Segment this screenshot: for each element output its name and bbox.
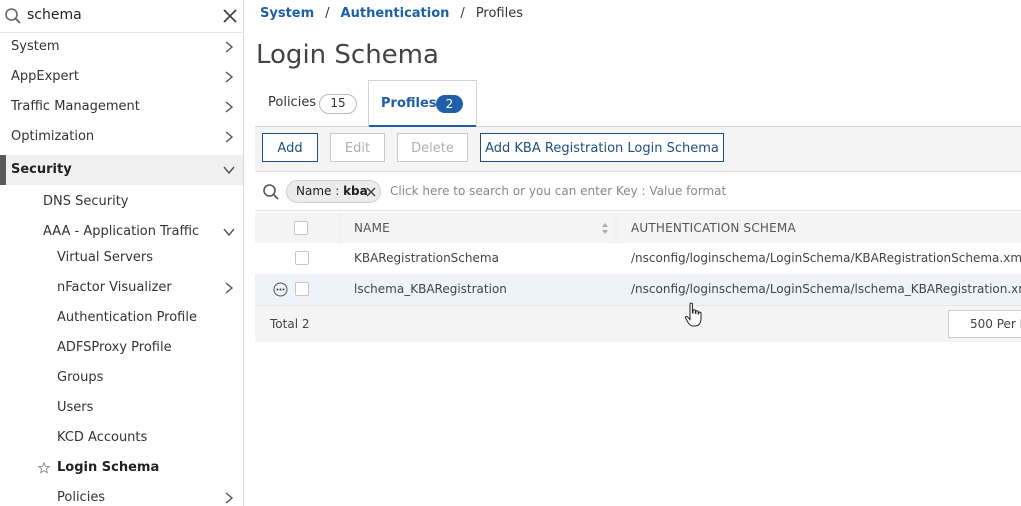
chevron-right-icon bbox=[225, 282, 234, 294]
sidebar-item-label: AAA - Application Traffic bbox=[43, 224, 200, 239]
sidebar-item-appexpert[interactable]: AppExpert bbox=[0, 62, 243, 92]
sidebar-item-authentication-profile[interactable]: Authentication Profile bbox=[0, 303, 243, 333]
sidebar-item-label: Authentication Profile bbox=[57, 310, 197, 325]
chevron-right-icon bbox=[225, 101, 234, 113]
breadcrumb-system[interactable]: System bbox=[260, 6, 314, 21]
table-footer: Total 2 500 Per Page bbox=[255, 306, 1021, 342]
sidebar-item-users[interactable]: Users bbox=[0, 393, 243, 423]
sidebar: schema System AppExpert Traffic Manageme… bbox=[0, 0, 244, 506]
sidebar-item-groups[interactable]: Groups bbox=[0, 363, 243, 393]
sidebar-search-input[interactable]: schema bbox=[27, 7, 82, 23]
header-checkbox-cell bbox=[255, 213, 339, 243]
sidebar-item-label: Groups bbox=[57, 370, 104, 385]
column-header-label: NAME bbox=[354, 221, 390, 235]
sidebar-item-label: Traffic Management bbox=[11, 99, 140, 114]
filter-chip-key: Name : bbox=[296, 184, 344, 198]
sidebar-item-optimization[interactable]: Optimization bbox=[0, 122, 243, 152]
filter-chip-text: Name : kba bbox=[296, 184, 368, 198]
add-kba-registration-button[interactable]: Add KBA Registration Login Schema bbox=[480, 133, 724, 162]
sidebar-item-label: Optimization bbox=[11, 129, 95, 144]
filter-search-input[interactable]: Click here to search or you can enter Ke… bbox=[390, 184, 726, 198]
star-icon[interactable] bbox=[38, 462, 50, 474]
filter-chip[interactable]: Name : kba bbox=[286, 180, 381, 203]
column-authentication-schema-header[interactable]: AUTHENTICATION SCHEMA bbox=[617, 213, 1021, 243]
tab-label: Profiles bbox=[381, 96, 437, 111]
count-badge: 2 bbox=[436, 95, 463, 113]
more-options-icon[interactable] bbox=[273, 282, 288, 297]
breadcrumb-profiles: Profiles bbox=[475, 6, 524, 21]
sidebar-item-label: DNS Security bbox=[43, 194, 129, 209]
row-name: KBARegistrationSchema bbox=[354, 251, 499, 265]
tab-policies[interactable]: Policies 15 bbox=[255, 80, 368, 126]
delete-button[interactable]: Delete bbox=[397, 133, 468, 162]
search-icon bbox=[5, 8, 21, 24]
total-label: Total bbox=[270, 317, 299, 331]
table-row[interactable]: lschema_KBARegistration /nsconfig/logins… bbox=[255, 274, 1021, 306]
sidebar-item-kcd-accounts[interactable]: KCD Accounts bbox=[0, 423, 243, 453]
remove-filter-icon[interactable] bbox=[366, 187, 376, 197]
row-checkbox[interactable] bbox=[295, 251, 309, 265]
chevron-down-icon bbox=[223, 166, 235, 175]
sidebar-item-label: Security bbox=[11, 162, 72, 177]
toolbar: Add Edit Delete Add KBA Registration Log… bbox=[255, 127, 1021, 172]
tab-profiles[interactable]: Profiles 2 bbox=[368, 80, 477, 128]
sidebar-item-traffic-management[interactable]: Traffic Management bbox=[0, 92, 243, 122]
search-icon bbox=[263, 184, 279, 200]
sidebar-item-label: Users bbox=[57, 400, 94, 415]
sidebar-item-label: Login Schema bbox=[57, 460, 160, 475]
select-all-checkbox[interactable] bbox=[294, 221, 308, 235]
breadcrumb: System / Authentication / Profiles bbox=[260, 6, 523, 21]
sidebar-item-virtual-servers[interactable]: Virtual Servers bbox=[0, 243, 243, 273]
sidebar-item-dns-security[interactable]: DNS Security bbox=[0, 187, 243, 217]
hand-cursor-icon bbox=[684, 302, 702, 327]
total-count: Total 2 bbox=[270, 317, 310, 331]
sidebar-item-label: Virtual Servers bbox=[57, 250, 154, 265]
sidebar-item-policies[interactable]: Policies bbox=[0, 483, 243, 506]
sidebar-item-system[interactable]: System bbox=[0, 32, 243, 62]
sidebar-item-label: ADFSProxy Profile bbox=[57, 340, 172, 355]
row-schema: /nsconfig/loginschema/LoginSchema/lschem… bbox=[631, 282, 1021, 296]
add-button[interactable]: Add bbox=[262, 133, 318, 162]
sort-icon[interactable] bbox=[601, 222, 609, 235]
count-badge: 15 bbox=[319, 94, 357, 114]
sidebar-item-nfactor-visualizer[interactable]: nFactor Visualizer bbox=[0, 273, 243, 303]
table-header: NAME AUTHENTICATION SCHEMA bbox=[255, 213, 1021, 243]
row-checkbox[interactable] bbox=[295, 282, 309, 296]
column-name-header[interactable]: NAME bbox=[341, 213, 615, 243]
sidebar-item-label: AppExpert bbox=[11, 69, 79, 84]
chevron-right-icon bbox=[225, 71, 234, 83]
total-value: 2 bbox=[301, 317, 310, 331]
chevron-right-icon bbox=[225, 131, 234, 143]
page-title: Login Schema bbox=[256, 40, 439, 70]
chevron-right-icon bbox=[225, 41, 234, 53]
breadcrumb-authentication[interactable]: Authentication bbox=[341, 6, 450, 21]
row-name: lschema_KBARegistration bbox=[354, 282, 507, 296]
filter-bar[interactable]: Name : kba Click here to search or you c… bbox=[255, 172, 1021, 211]
sidebar-item-adfsproxy-profile[interactable]: ADFSProxy Profile bbox=[0, 333, 243, 363]
breadcrumb-separator: / bbox=[325, 6, 330, 21]
tab-label: Policies bbox=[268, 95, 317, 110]
sidebar-item-label: System bbox=[11, 39, 60, 54]
active-indicator bbox=[0, 155, 6, 185]
sidebar-item-label: Policies bbox=[57, 490, 106, 505]
column-header-label: AUTHENTICATION SCHEMA bbox=[631, 221, 796, 235]
sidebar-item-label: nFactor Visualizer bbox=[57, 280, 172, 295]
filter-chip-value: kba bbox=[343, 184, 368, 198]
clear-search-icon[interactable] bbox=[223, 9, 237, 23]
breadcrumb-separator: / bbox=[460, 6, 465, 21]
per-page-select[interactable]: 500 Per Page bbox=[948, 310, 1021, 338]
chevron-down-icon bbox=[223, 228, 235, 237]
table-row[interactable]: KBARegistrationSchema /nsconfig/loginsch… bbox=[255, 243, 1021, 275]
edit-button[interactable]: Edit bbox=[330, 133, 385, 162]
sidebar-search[interactable]: schema bbox=[0, 0, 243, 33]
main-content: System / Authentication / Profiles Login Sch… bbox=[244, 0, 1021, 506]
row-schema: /nsconfig/loginschema/LoginSchema/KBAReg… bbox=[631, 251, 1021, 265]
sidebar-item-login-schema[interactable]: Login Schema bbox=[0, 453, 243, 483]
chevron-right-icon bbox=[225, 492, 234, 504]
sidebar-item-security[interactable]: Security bbox=[0, 155, 243, 185]
sidebar-item-label: KCD Accounts bbox=[57, 430, 148, 445]
tabs: Policies 15 Profiles 2 bbox=[255, 80, 1021, 128]
